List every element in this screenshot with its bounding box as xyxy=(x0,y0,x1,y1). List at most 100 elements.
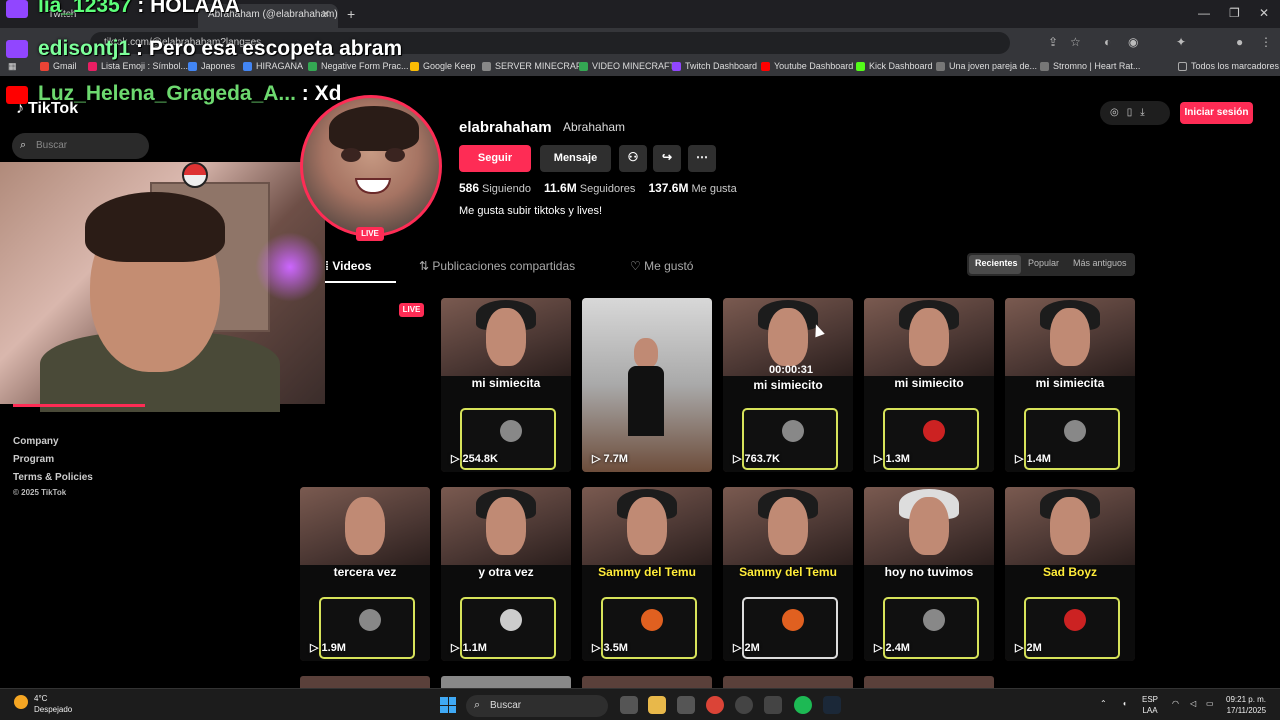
minimize-icon[interactable]: — xyxy=(1198,6,1210,20)
face xyxy=(768,308,808,366)
sort-oldest[interactable]: Más antiguos xyxy=(1073,258,1127,268)
video-card[interactable]: mi simiecito ▷ 1.3M xyxy=(864,298,994,472)
panel-avatar xyxy=(923,420,945,442)
video-card[interactable]: Sad Boyz ▷ 2M xyxy=(1005,487,1135,661)
video-caption: tercera vez xyxy=(333,565,397,579)
puzzle-icon[interactable]: ✦ xyxy=(1176,35,1186,49)
bookmark-icon xyxy=(579,61,588,71)
top-actions[interactable]: ◎▯⤓ xyxy=(1100,101,1170,125)
bookmark[interactable]: Google Keep xyxy=(410,61,476,71)
app-icon[interactable] xyxy=(764,696,782,714)
share-button[interactable]: ↪ xyxy=(653,145,681,172)
steam-icon[interactable] xyxy=(823,696,841,714)
streamer-hair xyxy=(85,192,225,262)
footer-program[interactable]: Program xyxy=(13,454,54,465)
copyright: © 2025 TikTok xyxy=(13,488,67,497)
login-button[interactable]: Iniciar sesión xyxy=(1180,102,1253,124)
file-explorer-icon[interactable] xyxy=(648,696,666,714)
bookmark[interactable]: Gmail xyxy=(40,61,77,71)
chevron-up-icon[interactable]: ⌃ xyxy=(1100,698,1107,709)
video-card[interactable]: Sammy del Temu ▷ 3.5M xyxy=(582,487,712,661)
search-icon: ⌕ xyxy=(474,699,481,711)
bookmark[interactable]: Twitch Dashboard xyxy=(672,61,757,71)
bookmark[interactable]: Youtube Dashboard xyxy=(761,61,853,71)
task-view-icon[interactable] xyxy=(620,696,638,714)
battery-icon[interactable]: ▭ xyxy=(1206,698,1214,709)
apps-icon[interactable]: ▦ xyxy=(8,61,17,72)
video-card[interactable]: y otra vez ▷ 1.1M xyxy=(441,487,571,661)
sort-popular[interactable]: Popular xyxy=(1028,258,1059,268)
windows-start-icon[interactable] xyxy=(440,697,456,713)
video-card[interactable]: ▷ 7.7M xyxy=(582,298,712,472)
close-icon[interactable]: ✕ xyxy=(322,9,330,20)
panel-avatar xyxy=(641,609,663,631)
more-button[interactable]: ⋯ xyxy=(688,145,716,172)
add-friend-button[interactable]: ⚇ xyxy=(619,145,647,172)
window-close-icon[interactable]: ✕ xyxy=(1259,6,1269,20)
footer-company[interactable]: Company xyxy=(13,436,59,447)
follow-button[interactable]: Seguir xyxy=(459,145,531,172)
chrome-icon[interactable] xyxy=(706,696,724,714)
clock[interactable]: 09:21 p. m. 17/11/2025 xyxy=(1226,694,1266,716)
star-icon[interactable]: ☆ xyxy=(1070,35,1081,49)
live-badge[interactable]: LIVE xyxy=(356,227,384,241)
bookmark[interactable]: Japones xyxy=(188,61,235,71)
bookmark[interactable]: Negative Form Prac... xyxy=(308,61,409,71)
bookmark-label: Kick Dashboard xyxy=(869,61,933,71)
extension-icon[interactable]: ◉ xyxy=(1128,35,1138,49)
views-count: 2M xyxy=(1026,642,1042,654)
play-icon: ▷ xyxy=(310,642,322,654)
tab-liked[interactable]: ♡ Me gustó xyxy=(630,259,693,273)
new-tab-icon[interactable]: + xyxy=(347,6,355,22)
video-card[interactable]: mi simiecita ▷ 254.8K xyxy=(441,298,571,472)
wifi-icon[interactable]: ◠ xyxy=(1172,698,1179,709)
bookmark-label: HIRAGANA xyxy=(256,61,304,71)
extension-icon[interactable]: ◐ xyxy=(1104,35,1111,49)
live-tag[interactable]: LIVE xyxy=(399,303,424,317)
app-icon[interactable] xyxy=(735,696,753,714)
install-icon[interactable]: ⇪ xyxy=(1048,35,1058,49)
video-card[interactable]: mi simiecita ▷ 1.4M xyxy=(1005,298,1135,472)
footer-terms[interactable]: Terms & Policies xyxy=(13,472,93,483)
face xyxy=(1050,497,1090,555)
bookmark[interactable]: Kick Dashboard xyxy=(856,61,933,71)
bookmark[interactable]: Una joven pareja de... xyxy=(936,61,1037,71)
volume-icon[interactable]: ◁ xyxy=(1190,698,1196,709)
video-card[interactable]: hoy no tuvimos ▷ 2.4M xyxy=(864,487,994,661)
play-icon: ▷ xyxy=(1015,453,1027,465)
doc-icon xyxy=(188,61,197,71)
store-icon[interactable] xyxy=(677,696,695,714)
video-caption: Sammy del Temu xyxy=(739,565,837,579)
language-indicator[interactable]: ESP LAA xyxy=(1142,694,1158,716)
taskbar-search[interactable]: ⌕ Buscar xyxy=(466,695,608,717)
tab-reposts[interactable]: ⇅ Publicaciones compartidas xyxy=(419,259,575,273)
video-views: ▷ 1.9M xyxy=(310,641,346,654)
bookmark[interactable]: Lista Emoji : Símbol... xyxy=(88,61,188,71)
tab-videos[interactable]: ⁞ Videos xyxy=(325,259,371,273)
bookmark[interactable]: VIDEO MINECRAFT xyxy=(579,61,675,71)
video-card[interactable]: tercera vez ▷ 1.9M xyxy=(300,487,430,661)
sort-recent[interactable]: Recientes xyxy=(975,258,1018,268)
message-button[interactable]: Mensaje xyxy=(540,145,611,172)
video-views: ▷ 2M xyxy=(733,641,760,654)
play-icon: ▷ xyxy=(451,642,463,654)
panel-avatar xyxy=(1064,609,1086,631)
video-card[interactable]: mi simiecito ▷ 763.7K xyxy=(723,298,853,472)
video-thumbnail xyxy=(864,487,994,565)
avatar[interactable] xyxy=(300,95,442,237)
bookmark[interactable]: Stromno | Heart Rat... xyxy=(1040,61,1140,71)
views-count: 2M xyxy=(744,642,760,654)
menu-icon[interactable]: ⋮ xyxy=(1260,35,1272,49)
video-caption: hoy no tuvimos xyxy=(884,565,974,579)
all-bookmarks[interactable]: Todos los marcadores xyxy=(1178,61,1279,71)
spotify-icon[interactable] xyxy=(794,696,812,714)
mic-icon[interactable]: ◖ xyxy=(1122,698,1127,709)
bookmark[interactable]: SERVER MINECRAFT xyxy=(482,61,587,71)
bookmark[interactable]: HIRAGANA xyxy=(243,61,303,71)
video-card[interactable]: Sammy del Temu ▷ 2M xyxy=(723,487,853,661)
search-input[interactable]: ⌕ Buscar xyxy=(12,133,149,159)
profile-icon[interactable]: ● xyxy=(1236,35,1243,49)
restore-icon[interactable]: ❐ xyxy=(1229,6,1240,20)
chat-message: lia_12357 : HOLAAA xyxy=(38,0,240,18)
play-icon: ▷ xyxy=(592,642,604,654)
